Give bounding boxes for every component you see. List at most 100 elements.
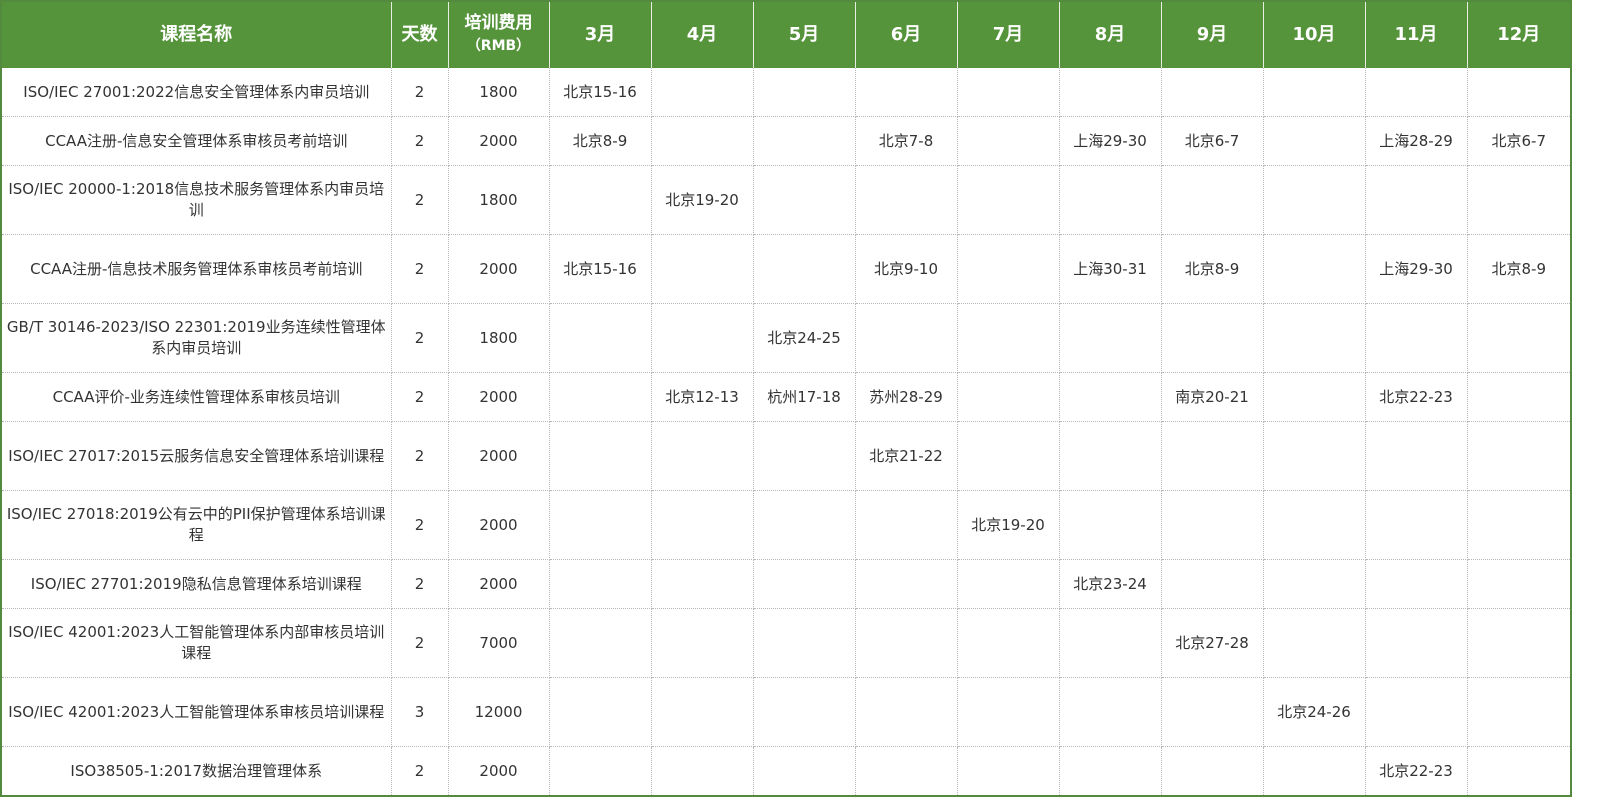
session-cell <box>1263 68 1366 117</box>
course-name-cell: ISO/IEC 27018:2019公有云中的PII保护管理体系培训课程 <box>0 490 392 560</box>
days-header: 天数 <box>391 1 449 68</box>
days-cell: 2 <box>391 559 449 609</box>
table-row: ISO38505-1:2017数据治理管理体系 2 2000 北京22-23 <box>0 746 1572 797</box>
session-cell <box>1263 559 1366 609</box>
course-name-cell: ISO38505-1:2017数据治理管理体系 <box>0 746 392 797</box>
session-cell <box>855 608 958 678</box>
month-header-10: 10月 <box>1263 1 1366 68</box>
session-cell <box>1467 677 1572 747</box>
session-cell: 北京27-28 <box>1161 608 1264 678</box>
days-cell: 3 <box>391 677 449 747</box>
session-cell <box>1365 490 1468 560</box>
session-cell <box>1263 608 1366 678</box>
header-row: 课程名称 天数 培训费用 （RMB） 3月 4月 5月 6月 7月 8月 9月 … <box>1 1 1572 68</box>
course-name-cell: ISO/IEC 27001:2022信息安全管理体系内审员培训 <box>0 68 392 117</box>
month-header-9: 9月 <box>1161 1 1264 68</box>
session-cell <box>1467 421 1572 491</box>
session-cell <box>957 372 1060 422</box>
session-cell <box>753 68 856 117</box>
session-cell <box>957 608 1060 678</box>
table-row: ISO/IEC 27018:2019公有云中的PII保护管理体系培训课程 2 200… <box>0 490 1572 560</box>
session-cell <box>855 165 958 235</box>
session-cell <box>651 559 754 609</box>
session-cell <box>651 421 754 491</box>
session-cell <box>1467 608 1572 678</box>
session-cell <box>855 303 958 373</box>
session-cell: 杭州17-18 <box>753 372 856 422</box>
session-cell <box>1365 165 1468 235</box>
session-cell <box>1467 303 1572 373</box>
session-cell <box>753 234 856 304</box>
training-schedule-sheet: 课程名称 天数 培训费用 （RMB） 3月 4月 5月 6月 7月 8月 9月 … <box>0 0 1572 811</box>
session-cell <box>957 421 1060 491</box>
table-row: ISO/IEC 27001:2022信息安全管理体系内审员培训 2 1800 北京15… <box>0 68 1572 117</box>
session-cell: 北京8-9 <box>1161 234 1264 304</box>
session-cell <box>1161 303 1264 373</box>
session-cell <box>1467 68 1572 117</box>
session-cell: 上海29-30 <box>1365 234 1468 304</box>
fee-cell: 12000 <box>448 677 550 747</box>
table-row: CCAA评价-业务连续性管理体系审核员培训 2 2000 北京12-13 杭州17-18… <box>0 372 1572 422</box>
session-cell: 苏州28-29 <box>855 372 958 422</box>
session-cell: 上海29-30 <box>1059 116 1162 166</box>
table-row: ISO/IEC 27701:2019隐私信息管理体系培训课程 2 2000 北京23-… <box>0 559 1572 609</box>
course-rows: ISO/IEC 27001:2022信息安全管理体系内审员培训 2 1800 北京15… <box>0 68 1572 797</box>
session-cell: 北京19-20 <box>651 165 754 235</box>
session-cell <box>957 677 1060 747</box>
session-cell <box>1263 490 1366 560</box>
session-cell: 北京7-8 <box>855 116 958 166</box>
days-cell: 2 <box>391 165 449 235</box>
days-cell: 2 <box>391 68 449 117</box>
fee-header: 培训费用 （RMB） <box>448 1 550 68</box>
month-header-8: 8月 <box>1059 1 1162 68</box>
fee-cell: 2000 <box>448 490 550 560</box>
course-name-cell: ISO/IEC 20000-1:2018信息技术服务管理体系内审员培训 <box>0 165 392 235</box>
table-row: ISO/IEC 27017:2015云服务信息安全管理体系培训课程 2 2000 北京… <box>0 421 1572 491</box>
session-cell <box>957 165 1060 235</box>
fee-header-currency: （RMB） <box>466 38 531 54</box>
session-cell <box>1161 746 1264 797</box>
fee-cell: 2000 <box>448 421 550 491</box>
session-cell: 北京9-10 <box>855 234 958 304</box>
session-cell: 北京8-9 <box>549 116 652 166</box>
course-name-cell: CCAA评价-业务连续性管理体系审核员培训 <box>0 372 392 422</box>
session-cell: 北京19-20 <box>957 490 1060 560</box>
session-cell <box>1059 608 1162 678</box>
session-cell: 北京24-26 <box>1263 677 1366 747</box>
fee-cell: 2000 <box>448 372 550 422</box>
course-name-cell: ISO/IEC 27017:2015云服务信息安全管理体系培训课程 <box>0 421 392 491</box>
days-cell: 2 <box>391 234 449 304</box>
session-cell: 北京6-7 <box>1467 116 1572 166</box>
fee-cell: 2000 <box>448 234 550 304</box>
session-cell <box>651 303 754 373</box>
table-row: ISO/IEC 20000-1:2018信息技术服务管理体系内审员培训 2 1800… <box>0 165 1572 235</box>
session-cell <box>651 746 754 797</box>
session-cell <box>855 559 958 609</box>
table-row: CCAA注册-信息安全管理体系审核员考前培训 2 2000 北京8-9 北京7-8 上海2… <box>0 116 1572 166</box>
session-cell: 南京20-21 <box>1161 372 1264 422</box>
table-row: ISO/IEC 42001:2023人工智能管理体系内部审核员培训课程 2 7000… <box>0 608 1572 678</box>
session-cell <box>753 490 856 560</box>
session-cell <box>1365 608 1468 678</box>
session-cell <box>1161 559 1264 609</box>
fee-cell: 1800 <box>448 165 550 235</box>
session-cell <box>549 421 652 491</box>
session-cell <box>855 490 958 560</box>
session-cell <box>1263 234 1366 304</box>
session-cell <box>549 372 652 422</box>
fee-header-label: 培训费用 <box>464 13 533 33</box>
session-cell: 北京8-9 <box>1467 234 1572 304</box>
session-cell <box>651 234 754 304</box>
session-cell <box>957 559 1060 609</box>
month-header-4: 4月 <box>651 1 754 68</box>
session-cell <box>651 68 754 117</box>
session-cell: 北京23-24 <box>1059 559 1162 609</box>
session-cell <box>855 677 958 747</box>
month-header-11: 11月 <box>1365 1 1468 68</box>
session-cell <box>753 165 856 235</box>
course-name-cell: ISO/IEC 27701:2019隐私信息管理体系培训课程 <box>0 559 392 609</box>
days-cell: 2 <box>391 303 449 373</box>
month-header-6: 6月 <box>855 1 958 68</box>
session-cell <box>855 68 958 117</box>
session-cell: 北京22-23 <box>1365 746 1468 797</box>
